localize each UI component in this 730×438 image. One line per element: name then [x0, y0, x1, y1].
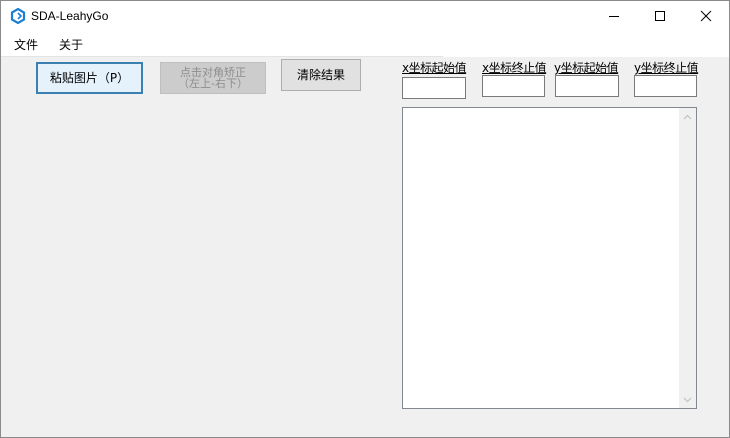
close-icon — [700, 10, 712, 22]
x-start-label: x坐标起始值 — [402, 61, 467, 75]
y-end-input[interactable] — [634, 75, 697, 97]
title-bar[interactable]: SDA-LeahyGo — [1, 1, 729, 31]
scroll-up-button[interactable] — [679, 108, 696, 125]
x-end-label: x坐标终止值 — [482, 61, 547, 75]
minimize-button[interactable] — [591, 1, 637, 31]
minimize-icon — [609, 16, 619, 17]
app-window: SDA-LeahyGo 文件 关于 粘贴图片（P） 点击对角矫正 （左上-右下）… — [0, 0, 730, 438]
y-start-input[interactable] — [555, 75, 619, 97]
result-text — [405, 110, 678, 406]
clear-results-button[interactable]: 清除结果 — [281, 59, 361, 91]
menu-bar-extension — [443, 31, 729, 57]
menu-bar: 文件 关于 — [1, 31, 443, 57]
diagonal-calibrate-button[interactable]: 点击对角矫正 （左上-右下） — [160, 62, 266, 94]
calibrate-label-line2: （左上-右下） — [178, 77, 248, 90]
result-textarea[interactable] — [402, 107, 697, 409]
close-button[interactable] — [683, 1, 729, 31]
maximize-button[interactable] — [637, 1, 683, 31]
paste-image-button[interactable]: 粘贴图片（P） — [36, 62, 143, 94]
y-start-label: y坐标起始值 — [554, 61, 619, 75]
chevron-down-icon — [683, 397, 692, 402]
window-title: SDA-LeahyGo — [31, 9, 109, 23]
scroll-down-button[interactable] — [679, 391, 696, 408]
chevron-up-icon — [683, 114, 692, 119]
x-end-input[interactable] — [482, 75, 545, 97]
menu-file[interactable]: 文件 — [14, 36, 38, 53]
app-logo-icon — [10, 7, 26, 25]
x-start-input[interactable] — [402, 77, 466, 99]
maximize-icon — [655, 11, 665, 21]
menu-about[interactable]: 关于 — [59, 36, 83, 53]
result-scrollbar[interactable] — [679, 108, 696, 408]
y-end-label: y坐标终止值 — [634, 61, 699, 75]
